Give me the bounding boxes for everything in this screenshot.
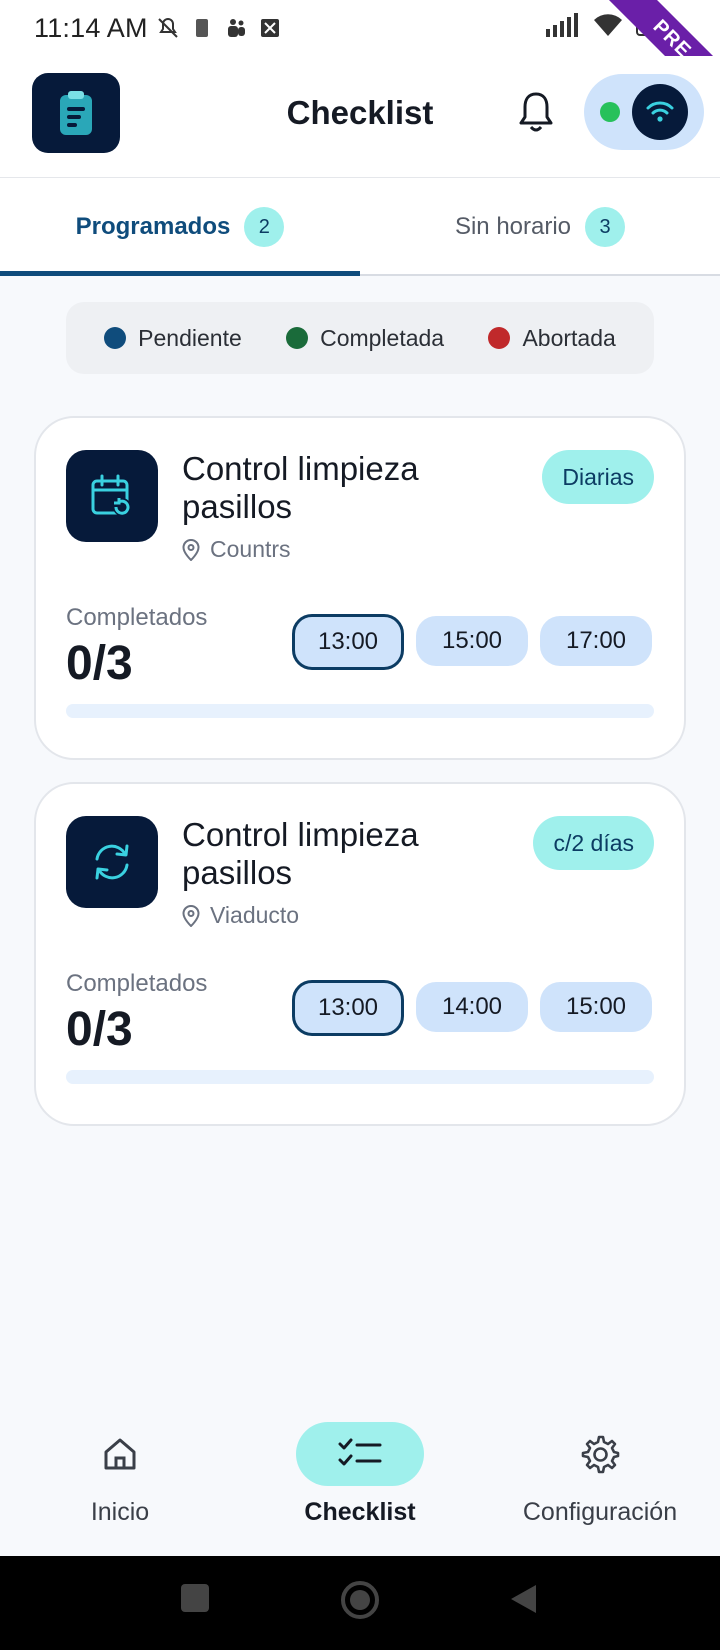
time-chip[interactable]: 13:00 [292,980,404,1036]
legend-item-pendiente: Pendiente [104,325,242,352]
count-badge: 3 [585,207,626,247]
location-label: Countrs [210,536,291,562]
nav-icon-container [296,1422,424,1486]
home-button-icon[interactable] [340,1580,380,1620]
time-chips: 13:00 15:00 17:00 [292,614,652,670]
nav-item-inicio[interactable]: Inicio [0,1422,240,1542]
recents-icon[interactable] [180,1583,210,1613]
app-bar: Checklist [0,56,720,178]
completed-count: 0/3 [66,1003,133,1056]
checklist-card[interactable]: Control limpieza pasillos Viaducto c/2 d… [34,782,686,1126]
nav-label: Checklist [304,1498,416,1526]
card-title: Control limpieza pasillos [182,450,419,525]
signal-icon [546,13,579,37]
card-icon-tile [66,816,158,908]
legend-label: Pendiente [138,324,242,351]
nav-item-configuracion[interactable]: Configuración [480,1422,720,1542]
tab-sin-horario[interactable]: Sin horario 3 [360,178,720,276]
legend-dot [286,327,309,349]
wifi-button[interactable] [632,84,688,140]
tab-label: Programados [75,213,231,240]
tab-label: Sin horario [454,213,572,240]
screen-record-icon [260,19,279,37]
legend-dot [488,327,511,349]
tab-bar: Programados 2 Sin horario 3 [0,178,720,276]
status-time: 11:14 AM [34,12,148,43]
sync-icon [95,844,129,880]
nav-icon-container [56,1422,184,1486]
home-icon [104,1438,136,1470]
location-pin-icon [182,538,200,561]
calendar-refresh-icon [91,474,131,516]
connection-toggle[interactable] [584,74,704,150]
location-label: Viaducto [210,902,300,928]
wifi-status-icon [594,14,623,36]
completed-label: Completados [66,604,208,631]
progress-bar [66,1070,654,1084]
legend-item-completada: Completada [286,325,444,352]
card-location: Countrs [182,536,291,563]
notifications-off-icon [157,17,178,38]
time-chip[interactable]: 13:00 [292,614,404,670]
bottom-navigation: Inicio Checklist Configuración [0,1390,720,1556]
count-badge: 2 [244,207,285,247]
time-chip[interactable]: 15:00 [416,616,528,666]
nav-icon-container [536,1422,664,1486]
legend-dot [104,327,127,349]
completed-label: Completados [66,970,208,997]
location-pin-icon [182,904,200,927]
wifi-icon [646,101,674,122]
nav-item-checklist[interactable]: Checklist [240,1422,480,1542]
tab-indicator [0,271,360,276]
status-bar: 11:14 AM 93 PRE [0,0,720,115]
completed-count: 0/3 [66,637,133,690]
tab-programados[interactable]: Programados 2 [0,178,360,276]
legend-label: Completada [320,324,445,351]
gear-icon [581,1435,620,1474]
legend-label: Abortada [522,324,616,351]
progress-bar [66,704,654,718]
status-legend: Pendiente Completada Abortada [66,302,654,374]
nav-label: Configuración [522,1498,678,1526]
system-navigation-bar [0,1556,720,1650]
nav-label: Inicio [90,1498,150,1526]
legend-item-abortada: Abortada [488,324,616,352]
time-chip[interactable]: 17:00 [540,616,652,666]
teams-icon [227,19,245,37]
frequency-badge: Diarias [542,450,654,504]
card-location: Viaducto [182,902,299,929]
time-chips: 13:00 14:00 15:00 [292,980,652,1036]
online-status-dot [600,102,620,122]
time-chip[interactable]: 15:00 [540,982,652,1032]
card-icon-tile [66,450,158,542]
back-icon[interactable] [508,1583,538,1615]
time-chip[interactable]: 14:00 [416,982,528,1032]
document-icon [195,19,208,37]
frequency-badge: c/2 días [533,816,654,870]
bell-icon[interactable] [516,90,556,134]
card-title: Control limpieza pasillos [182,816,419,891]
checklist-icon [338,1438,382,1466]
checklist-card[interactable]: Control limpieza pasillos Countrs Diaria… [34,416,686,760]
